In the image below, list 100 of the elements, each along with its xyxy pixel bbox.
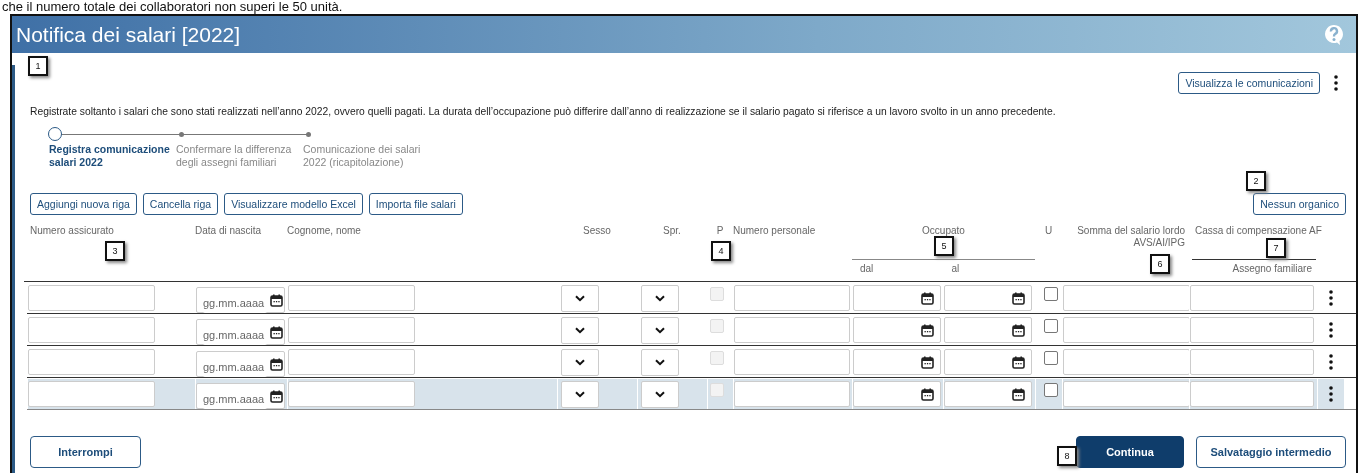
more-options-icon[interactable] bbox=[1329, 354, 1333, 370]
personal-number-field[interactable] bbox=[734, 381, 850, 407]
callout-number: 4 bbox=[711, 241, 731, 261]
date-field[interactable]: gg.mm.aaaa bbox=[196, 287, 285, 313]
family-allowance-field[interactable] bbox=[1190, 285, 1314, 311]
intro-text: Registrate soltanto i salari che sono stati realizzati nell’anno 2022, ovvero quelli pagati. La durata dell’occupazione può differire dall’anno di realizzazione se il salario pagato si riferisce a un lavoro svolto in un anno precedente. bbox=[30, 106, 1057, 117]
personal-number-field[interactable] bbox=[734, 349, 850, 375]
date-field[interactable] bbox=[944, 285, 1032, 311]
chevron-down-icon bbox=[655, 294, 665, 302]
checkbox[interactable] bbox=[1044, 287, 1058, 301]
column-header: Data di nascita bbox=[195, 225, 262, 236]
insured-number-field[interactable] bbox=[28, 317, 155, 343]
checkbox[interactable] bbox=[1044, 351, 1058, 365]
calendar-icon[interactable] bbox=[1012, 291, 1025, 305]
step-label[interactable]: Comunicazione dei salari 2022 (ricapitolazione) bbox=[302, 143, 430, 169]
calendar-icon[interactable] bbox=[921, 323, 934, 337]
toolbar-button[interactable]: Aggiungi nuova riga bbox=[30, 193, 137, 215]
date-field[interactable] bbox=[853, 381, 941, 407]
window-title: Notifica dei salari [2022] bbox=[16, 22, 241, 47]
sex-dropdown[interactable] bbox=[561, 284, 599, 312]
date-field[interactable] bbox=[853, 285, 941, 311]
more-options-icon[interactable] bbox=[1334, 75, 1338, 91]
step-label[interactable]: Registra comunicazione salari 2022 bbox=[48, 143, 176, 169]
callout-number: 3 bbox=[105, 241, 125, 261]
column-header: Cognome, nome bbox=[287, 225, 361, 236]
personal-number-field[interactable] bbox=[734, 285, 850, 311]
spr-dropdown[interactable] bbox=[641, 284, 679, 312]
spr-dropdown[interactable] bbox=[641, 348, 679, 376]
step-label[interactable]: Confermare la differenza degli assegni familiari bbox=[175, 143, 303, 169]
salary-field[interactable] bbox=[1063, 317, 1190, 343]
toolbar-button[interactable]: Importa file salari bbox=[368, 193, 463, 215]
date-field[interactable] bbox=[944, 317, 1032, 343]
callout-number: 8 bbox=[1057, 446, 1077, 466]
date-field[interactable]: gg.mm.aaaa bbox=[196, 319, 285, 345]
toolbar-button[interactable]: Visualizzare modello Excel bbox=[224, 193, 363, 215]
date-field[interactable] bbox=[853, 349, 941, 375]
calendar-icon[interactable] bbox=[921, 355, 934, 369]
name-field[interactable] bbox=[288, 381, 415, 407]
column-header: U bbox=[1044, 225, 1053, 236]
calendar-icon[interactable] bbox=[270, 389, 283, 403]
spr-dropdown[interactable] bbox=[641, 316, 679, 344]
family-allowance-field[interactable] bbox=[1190, 317, 1314, 343]
chevron-down-icon bbox=[655, 326, 665, 334]
salary-field[interactable] bbox=[1063, 349, 1190, 375]
callout-number: 5 bbox=[934, 236, 954, 256]
toolbar-button[interactable]: Cancella riga bbox=[142, 193, 219, 215]
chevron-down-icon bbox=[575, 358, 585, 366]
callout-number: 7 bbox=[1266, 238, 1286, 258]
help-icon[interactable] bbox=[1324, 23, 1344, 46]
date-field[interactable] bbox=[853, 317, 941, 343]
salary-field[interactable] bbox=[1063, 285, 1190, 311]
column-subheader: al bbox=[950, 263, 961, 275]
calendar-icon[interactable] bbox=[270, 325, 283, 339]
document-text: che il numero totale dei collaboratori non superi le 50 unità. bbox=[1, 0, 344, 14]
column-header: Numero personale bbox=[733, 225, 816, 236]
calendar-icon[interactable] bbox=[1012, 355, 1025, 369]
calendar-icon[interactable] bbox=[270, 357, 283, 371]
checkbox[interactable] bbox=[1044, 319, 1058, 333]
insured-number-field[interactable] bbox=[28, 349, 155, 375]
calendar-icon[interactable] bbox=[270, 293, 283, 307]
column-header: Spr. bbox=[663, 225, 681, 236]
name-field[interactable] bbox=[288, 317, 415, 343]
spr-dropdown[interactable] bbox=[641, 380, 679, 408]
date-field[interactable]: gg.mm.aaaa bbox=[196, 351, 285, 377]
personal-number-field[interactable] bbox=[734, 317, 850, 343]
chevron-down-icon bbox=[655, 358, 665, 366]
insured-number-field[interactable] bbox=[28, 285, 155, 311]
cancel-button[interactable]: Interrompi bbox=[30, 436, 141, 468]
name-field[interactable] bbox=[288, 349, 415, 375]
checkbox[interactable] bbox=[1044, 383, 1058, 397]
continue-button[interactable]: Continua bbox=[1076, 436, 1184, 468]
view-communications-button[interactable]: Visualizza le comunicazioni bbox=[1178, 72, 1320, 94]
name-field[interactable] bbox=[288, 285, 415, 311]
date-field[interactable] bbox=[944, 381, 1032, 407]
calendar-icon[interactable] bbox=[921, 387, 934, 401]
family-allowance-field[interactable] bbox=[1190, 349, 1314, 375]
callout-number: 6 bbox=[1150, 254, 1170, 274]
calendar-icon[interactable] bbox=[1012, 387, 1025, 401]
insured-number-field[interactable] bbox=[28, 381, 155, 407]
chevron-down-icon bbox=[575, 326, 585, 334]
sex-dropdown[interactable] bbox=[561, 316, 599, 344]
sex-dropdown[interactable] bbox=[561, 348, 599, 376]
salary-field[interactable] bbox=[1063, 381, 1190, 407]
calendar-icon[interactable] bbox=[1012, 323, 1025, 337]
family-allowance-field[interactable] bbox=[1190, 381, 1314, 407]
column-subheader: Assegno familiare bbox=[1232, 263, 1312, 274]
column-header: Cassa di compensazione AF bbox=[1195, 225, 1322, 236]
date-field[interactable]: gg.mm.aaaa bbox=[196, 383, 285, 409]
column-header: P bbox=[716, 225, 724, 236]
callout-number: 1 bbox=[28, 56, 48, 76]
more-options-icon[interactable] bbox=[1329, 290, 1333, 306]
no-staff-button[interactable]: Nessun organico bbox=[1253, 193, 1346, 215]
column-header: Sesso bbox=[583, 225, 611, 236]
sex-dropdown[interactable] bbox=[561, 380, 599, 408]
chevron-down-icon bbox=[655, 390, 665, 398]
date-field[interactable] bbox=[944, 349, 1032, 375]
calendar-icon[interactable] bbox=[921, 291, 934, 305]
more-options-icon[interactable] bbox=[1329, 386, 1333, 402]
more-options-icon[interactable] bbox=[1329, 322, 1333, 338]
save-draft-button[interactable]: Salvataggio intermedio bbox=[1196, 436, 1346, 468]
